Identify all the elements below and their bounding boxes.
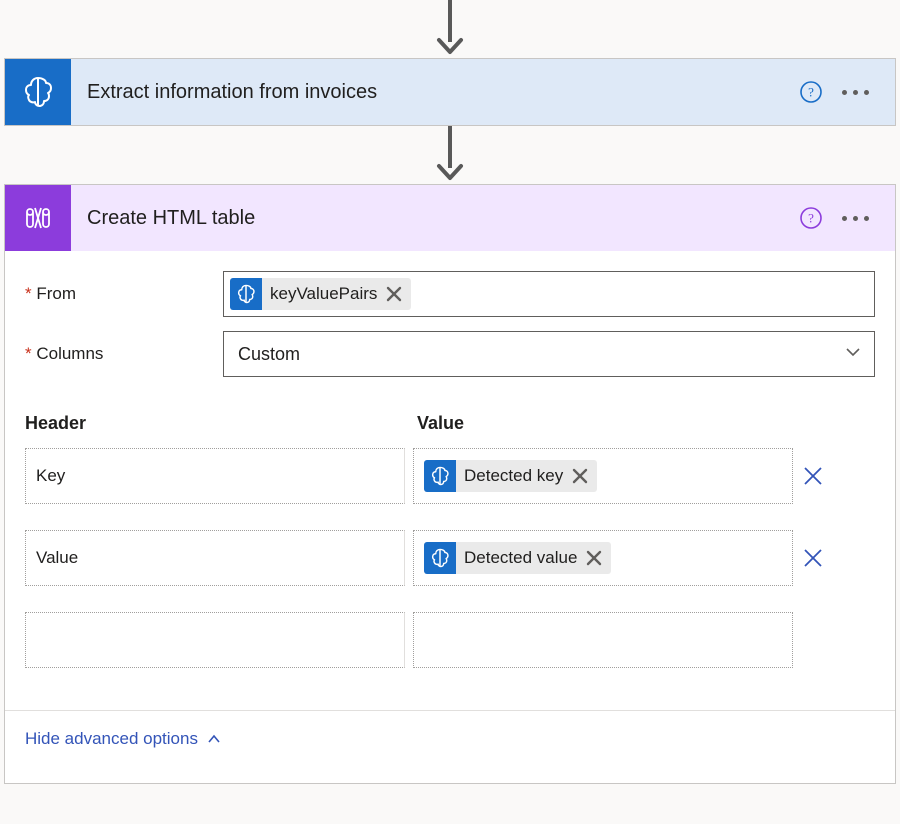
- from-row: From keyValuePairs: [25, 271, 875, 317]
- step-header[interactable]: Extract information from invoices ?: [5, 59, 895, 125]
- token-keyvaluepairs[interactable]: keyValuePairs: [230, 278, 411, 310]
- more-menu-icon[interactable]: [842, 216, 869, 221]
- step-header-actions: ?: [800, 81, 895, 103]
- chevron-up-icon: [206, 731, 222, 747]
- remove-token-icon[interactable]: [569, 467, 591, 485]
- step-create-html-table: Create HTML table ? From: [4, 184, 896, 784]
- step-title: Extract information from invoices: [71, 81, 800, 104]
- remove-token-icon[interactable]: [383, 285, 405, 303]
- connector-arrow: [0, 126, 900, 184]
- columns-select[interactable]: Custom: [223, 331, 875, 377]
- column-mapping-header: Header Value: [25, 413, 875, 434]
- header-cell[interactable]: Value: [25, 530, 405, 586]
- step-title: Create HTML table: [71, 207, 800, 230]
- token-label: keyValuePairs: [268, 284, 377, 304]
- header-column-label: Header: [25, 413, 417, 434]
- remove-token-icon[interactable]: [583, 549, 605, 567]
- step-header[interactable]: Create HTML table ?: [5, 185, 895, 251]
- help-icon[interactable]: ?: [800, 207, 822, 229]
- delete-row-button[interactable]: [793, 547, 833, 569]
- workflow-canvas: Extract information from invoices ?: [0, 0, 900, 784]
- value-cell-empty[interactable]: [413, 612, 793, 668]
- svg-text:?: ?: [808, 85, 814, 100]
- brain-icon: [424, 460, 456, 492]
- columns-selected: Custom: [238, 344, 300, 365]
- brain-icon: [5, 59, 71, 125]
- token-label: Detected key: [462, 466, 563, 486]
- advanced-options-label: Hide advanced options: [25, 729, 198, 749]
- delete-row-button[interactable]: [793, 465, 833, 487]
- advanced-options-toggle[interactable]: Hide advanced options: [25, 711, 875, 763]
- data-operation-icon: [5, 185, 71, 251]
- header-cell-empty[interactable]: [25, 612, 405, 668]
- value-cell[interactable]: Detected value: [413, 530, 793, 586]
- header-cell-text: Value: [36, 548, 78, 568]
- step-body: From keyValuePairs: [5, 251, 895, 783]
- from-input[interactable]: keyValuePairs: [223, 271, 875, 317]
- token-detected-key[interactable]: Detected key: [424, 460, 597, 492]
- brain-icon: [230, 278, 262, 310]
- column-mapping-row: Key Detected key: [25, 448, 875, 504]
- token-label: Detected value: [462, 548, 577, 568]
- from-label: From: [25, 284, 223, 304]
- chevron-down-icon: [844, 343, 862, 366]
- columns-label: Columns: [25, 344, 223, 364]
- header-cell-text: Key: [36, 466, 65, 486]
- svg-text:?: ?: [808, 211, 814, 226]
- columns-row: Columns Custom: [25, 331, 875, 377]
- value-column-label: Value: [417, 413, 464, 434]
- header-cell[interactable]: Key: [25, 448, 405, 504]
- step-extract-invoices[interactable]: Extract information from invoices ?: [4, 58, 896, 126]
- token-detected-value[interactable]: Detected value: [424, 542, 611, 574]
- brain-icon: [424, 542, 456, 574]
- column-mapping-row: Value Detected value: [25, 530, 875, 586]
- step-header-actions: ?: [800, 207, 895, 229]
- connector-arrow: [0, 0, 900, 58]
- more-menu-icon[interactable]: [842, 90, 869, 95]
- value-cell[interactable]: Detected key: [413, 448, 793, 504]
- help-icon[interactable]: ?: [800, 81, 822, 103]
- column-mapping-row-empty: [25, 612, 875, 668]
